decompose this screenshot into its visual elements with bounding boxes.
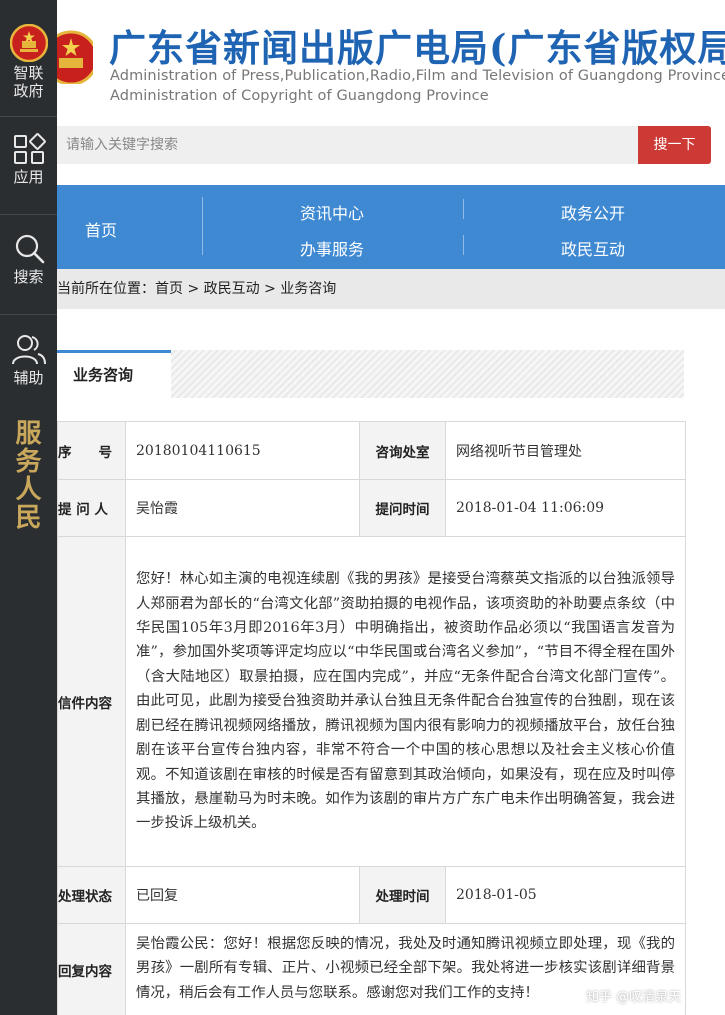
sidebar-label: 应用 (13, 168, 44, 186)
breadcrumb-path[interactable]: 首页 > 政民互动 > 业务咨询 (155, 281, 336, 297)
slogan-char: 人 (15, 475, 42, 505)
sidebar-item-smart-gov[interactable]: 智联 政府 (0, 24, 57, 100)
sidebar-item-apps[interactable]: 应用 (0, 132, 57, 186)
nav-interaction[interactable]: 政民互动 (561, 236, 625, 260)
sidebar-label: 智联 (13, 64, 44, 82)
breadcrumb-prefix: 当前所在位置： (57, 281, 155, 297)
section-header: 业务咨询 (57, 350, 684, 398)
serial-value: 20180104110615 (125, 421, 360, 480)
sidebar-item-assist[interactable]: 辅助 (0, 333, 57, 387)
watermark: 知乎 @叹清泉天 (586, 990, 682, 1005)
nav-home[interactable]: 首页 (85, 217, 117, 241)
reply-label: 回复内容 (57, 923, 126, 1015)
ask-time-value: 2018-01-04 11:06:09 (445, 479, 686, 537)
sidebar-label: 政府 (13, 82, 44, 100)
letter-content: 您好！林心如主演的电视连续剧《我的男孩》是接受台湾蔡英文指派的以台独派领导人郑丽… (125, 536, 686, 867)
site-title[interactable]: 广东省新闻出版广电局(广东省版权局) (109, 18, 725, 72)
handle-time-value: 2018-01-05 (445, 866, 686, 924)
office-value: 网络视听节目管理处 (445, 421, 686, 480)
sidebar-label: 辅助 (13, 369, 44, 387)
site-header: 广东省新闻出版广电局(广东省版权局) Administration of Pre… (49, 0, 725, 120)
site-title-en-line2: Administration of Copyright of Guangdong… (110, 88, 489, 104)
slogan-serve-people: 服 务 人 民 (0, 420, 57, 532)
table-row: 处理状态 已回复 处理时间 2018-01-05 (57, 866, 686, 924)
breadcrumb: 当前所在位置：首页 > 政民互动 > 业务咨询 (57, 269, 725, 309)
status-value: 已回复 (125, 866, 360, 924)
slogan-char: 服 (15, 419, 42, 449)
asker-value: 吴怡霞 (125, 479, 360, 537)
table-row: 信件内容 您好！林心如主演的电视连续剧《我的男孩》是接受台湾蔡英文指派的以台独派… (57, 536, 686, 867)
nav-news[interactable]: 资讯中心 (300, 200, 364, 224)
search-icon (15, 234, 44, 264)
slogan-char: 务 (15, 447, 42, 477)
tab-consultation[interactable]: 业务咨询 (57, 350, 171, 398)
nav-affairs[interactable]: 政务公开 (561, 200, 625, 224)
accessibility-people-icon (11, 335, 46, 365)
search-input[interactable]: 请输入关键字搜索 (57, 126, 638, 164)
nav-services[interactable]: 办事服务 (300, 236, 364, 260)
consultation-detail-table: 序 号 20180104110615 咨询处室 网络视听节目管理处 提 问 人 … (57, 421, 686, 1015)
status-label: 处理状态 (57, 866, 126, 924)
office-label: 咨询处室 (359, 421, 446, 480)
apps-grid-icon (13, 133, 46, 164)
search-button[interactable]: 搜一下 (638, 126, 711, 164)
sidebar-label: 搜索 (13, 268, 44, 286)
table-row: 提 问 人 吴怡霞 提问时间 2018-01-04 11:06:09 (57, 479, 686, 537)
site-title-en-line1: Administration of Press,Publication,Radi… (110, 68, 725, 84)
main-nav: 首页 资讯中心 办事服务 政务公开 政民互动 (57, 185, 725, 269)
slogan-char: 民 (15, 503, 42, 533)
left-sidebar: 智联 政府 应用 搜索 辅助 服 务 人 民 (0, 0, 57, 1015)
ask-time-label: 提问时间 (359, 479, 446, 537)
sidebar-item-search[interactable]: 搜索 (0, 232, 57, 286)
handle-time-label: 处理时间 (359, 866, 446, 924)
asker-label: 提 问 人 (57, 479, 126, 537)
party-emblem-icon (9, 24, 48, 62)
serial-label: 序 号 (57, 421, 126, 480)
table-row: 序 号 20180104110615 咨询处室 网络视听节目管理处 (57, 421, 686, 480)
letter-label: 信件内容 (57, 536, 126, 867)
